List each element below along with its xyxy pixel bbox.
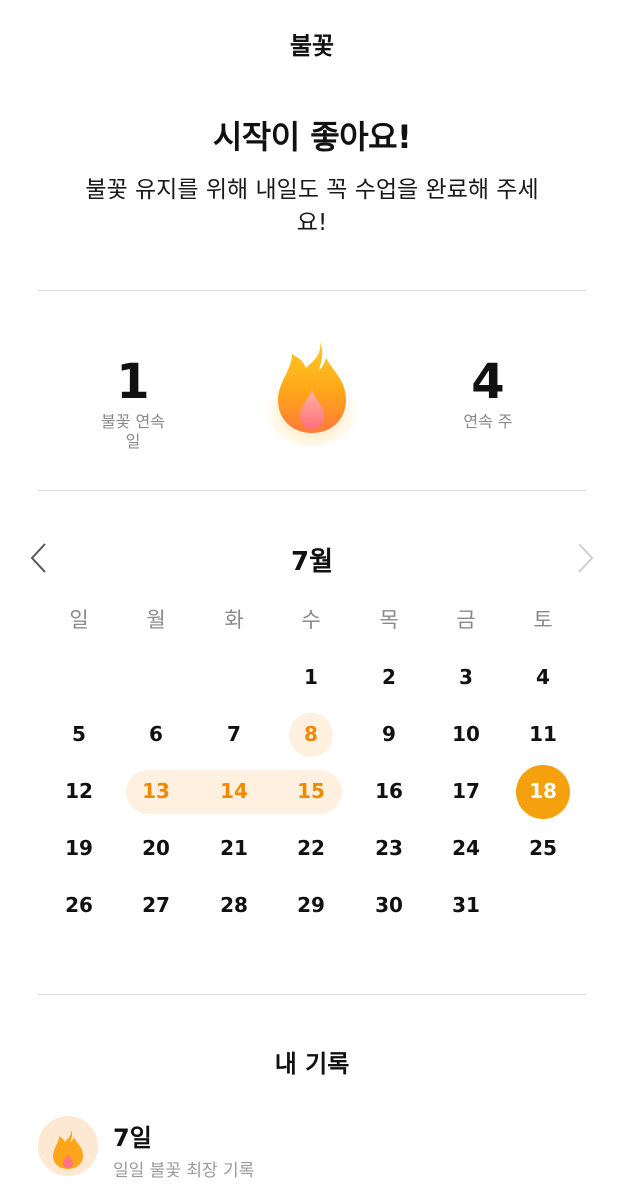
calendar-day[interactable]: 16 [361, 779, 417, 803]
calendar-day[interactable]: 9 [361, 722, 417, 746]
streak-headline: 시작이 좋아요! [212, 118, 412, 156]
calendar-day[interactable]: 25 [515, 836, 571, 860]
calendar-day[interactable]: 4 [515, 665, 571, 689]
calendar-day[interactable]: 23 [361, 836, 417, 860]
calendar-day[interactable]: 8 [283, 722, 339, 746]
weekday-label: 화 [224, 608, 244, 632]
calendar-day[interactable]: 27 [128, 893, 184, 917]
weekday-label: 수 [301, 608, 321, 632]
divider [38, 994, 586, 995]
calendar-day[interactable]: 28 [206, 893, 262, 917]
flame-icon [262, 336, 362, 446]
calendar-day[interactable]: 3 [438, 665, 494, 689]
calendar-day[interactable]: 7 [206, 722, 262, 746]
calendar-day[interactable]: 17 [438, 779, 494, 803]
calendar-day[interactable]: 31 [438, 893, 494, 917]
calendar-day[interactable]: 18 [515, 779, 571, 803]
divider [38, 490, 586, 491]
streak-weeks-stat: 4 연속 주 [418, 354, 558, 432]
calendar-day[interactable]: 29 [283, 893, 339, 917]
calendar-day[interactable]: 30 [361, 893, 417, 917]
calendar-day[interactable]: 19 [51, 836, 107, 860]
calendar-day[interactable]: 12 [51, 779, 107, 803]
weekday-label: 월 [146, 608, 166, 632]
page-title: 불꽃 [289, 32, 335, 60]
divider [38, 290, 586, 291]
calendar-day[interactable]: 26 [51, 893, 107, 917]
calendar-day[interactable]: 13 [128, 779, 184, 803]
streak-weeks-value: 4 [471, 354, 505, 410]
calendar-day[interactable]: 2 [361, 665, 417, 689]
weekday-label: 토 [533, 608, 553, 632]
calendar-day[interactable]: 11 [515, 722, 571, 746]
calendar-day[interactable]: 1 [283, 665, 339, 689]
record-label: 일일 불꽃 최장 기록 [113, 1161, 255, 1181]
weekday-label: 목 [379, 608, 399, 632]
month-title: 7월 [290, 547, 333, 577]
record-value: 7일 [113, 1124, 152, 1152]
streak-days-value: 1 [116, 354, 150, 410]
streak-weeks-label: 연속 주 [463, 412, 513, 431]
calendar-day[interactable]: 20 [128, 836, 184, 860]
weekday-label: 금 [456, 608, 476, 632]
calendar-day[interactable]: 24 [438, 836, 494, 860]
flame-icon [38, 1116, 98, 1176]
streak-message: 불꽃 유지를 위해 내일도 꼭 수업을 완료해 주세요! [85, 177, 539, 236]
streak-days-stat: 1 불꽃 연속일 [63, 354, 203, 452]
calendar-day[interactable]: 15 [283, 779, 339, 803]
chevron-right-icon[interactable] [573, 540, 597, 576]
calendar-day[interactable]: 14 [206, 779, 262, 803]
streak-days-label: 불꽃 연속일 [101, 412, 165, 451]
records-title: 내 기록 [274, 1050, 350, 1078]
calendar-day[interactable]: 5 [51, 722, 107, 746]
calendar-day[interactable]: 10 [438, 722, 494, 746]
calendar-day[interactable]: 6 [128, 722, 184, 746]
weekday-label: 일 [69, 608, 89, 632]
calendar-day[interactable]: 21 [206, 836, 262, 860]
calendar-day[interactable]: 22 [283, 836, 339, 860]
